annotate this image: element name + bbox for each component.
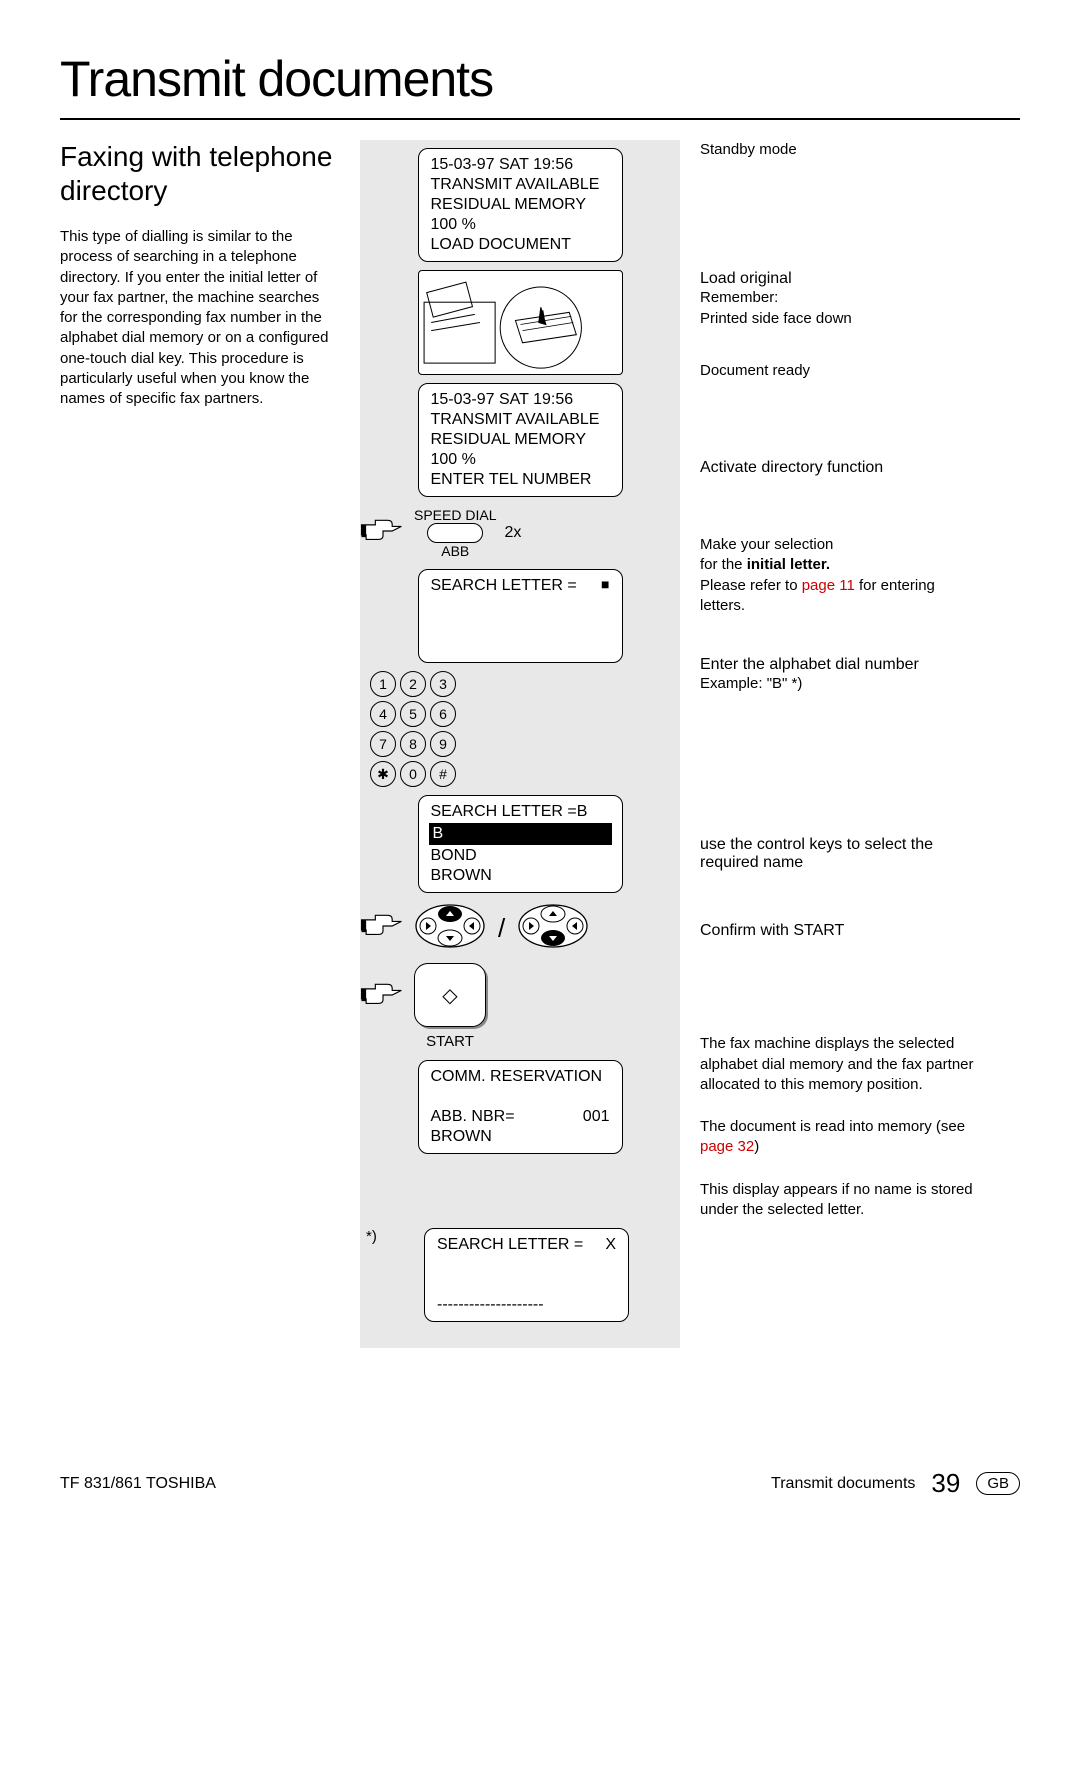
footnote-row: *) SEARCH LETTER = X -------------------… bbox=[370, 1228, 670, 1322]
confirm-heading: Confirm with START bbox=[700, 922, 980, 940]
start-button[interactable]: ◇ bbox=[414, 963, 486, 1027]
lcd-line: RESIDUAL MEMORY 100 % bbox=[431, 430, 610, 470]
start-row: ◇ START bbox=[360, 963, 670, 1050]
start-label: START bbox=[426, 1033, 474, 1050]
lcd-line: 001 bbox=[583, 1107, 610, 1127]
slash-separator: / bbox=[498, 913, 505, 944]
result-text-1: The fax machine displays the selected al… bbox=[700, 1034, 980, 1095]
speed-dial-top-label: SPEED DIAL bbox=[414, 507, 496, 523]
doc-ready-label: Document ready bbox=[700, 361, 980, 381]
intro-paragraph: This type of dialling is similar to the … bbox=[60, 227, 340, 409]
lcd-line: SEARCH LETTER =B bbox=[431, 802, 610, 822]
key-7[interactable]: 7 bbox=[370, 731, 396, 757]
footer-model: TF 831/861 TOSHIBA bbox=[60, 1475, 216, 1493]
lcd-line: BROWN bbox=[431, 866, 610, 886]
key-2[interactable]: 2 bbox=[400, 671, 426, 697]
section-title: Faxing with telephone directory bbox=[60, 140, 340, 207]
example-label: Example: "B" *) bbox=[700, 674, 980, 694]
press-count: 2x bbox=[504, 524, 521, 542]
middle-column: 15-03-97 SAT 19:56 TRANSMIT AVAILABLE RE… bbox=[360, 140, 680, 1348]
diamond-start-icon: ◇ bbox=[442, 983, 457, 1008]
lcd-line: -------------------- bbox=[437, 1295, 616, 1315]
key-4[interactable]: 4 bbox=[370, 701, 396, 727]
key-6[interactable]: 6 bbox=[430, 701, 456, 727]
pointing-hand-icon bbox=[360, 515, 406, 551]
lcd-line: RESIDUAL MEMORY 100 % bbox=[431, 195, 610, 235]
lcd-line: BOND bbox=[431, 846, 610, 866]
standby-label: Standby mode bbox=[700, 140, 980, 160]
page-footer: TF 831/861 TOSHIBA Transmit documents 39… bbox=[60, 1468, 1020, 1499]
no-name-text: This display appears if no name is store… bbox=[700, 1180, 980, 1221]
lcd-line: TRANSMIT AVAILABLE bbox=[431, 410, 610, 430]
pointing-hand-icon bbox=[360, 910, 406, 946]
key-hash[interactable]: # bbox=[430, 761, 456, 787]
key-9[interactable]: 9 bbox=[430, 731, 456, 757]
key-8[interactable]: 8 bbox=[400, 731, 426, 757]
load-original-heading: Load original bbox=[700, 270, 980, 288]
lcd-line: SEARCH LETTER = bbox=[431, 576, 577, 596]
page-title: Transmit documents bbox=[60, 50, 1020, 108]
lcd-line: BROWN bbox=[431, 1127, 610, 1147]
enter-dial-heading: Enter the alphabet dial number bbox=[700, 656, 980, 674]
numeric-keypad[interactable]: 1 2 3 4 5 6 7 8 9 ✱ 0 # bbox=[370, 671, 670, 787]
selection-text: Make your selection for the initial lett… bbox=[700, 535, 980, 616]
left-column: Faxing with telephone directory This typ… bbox=[60, 140, 360, 1348]
lcd-enter-tel: 15-03-97 SAT 19:56 TRANSMIT AVAILABLE RE… bbox=[418, 383, 623, 497]
key-3[interactable]: 3 bbox=[430, 671, 456, 697]
speed-dial-button[interactable]: SPEED DIAL ABB bbox=[414, 507, 496, 559]
main-layout: Faxing with telephone directory This typ… bbox=[60, 140, 1020, 1348]
nav-down-icon[interactable] bbox=[517, 903, 589, 953]
language-badge: GB bbox=[976, 1472, 1020, 1495]
lcd-standby: 15-03-97 SAT 19:56 TRANSMIT AVAILABLE RE… bbox=[418, 148, 623, 262]
lcd-line: 15-03-97 SAT 19:56 bbox=[431, 155, 610, 175]
right-column: Standby mode Load original Remember: Pri… bbox=[680, 140, 980, 1348]
lcd-reservation: COMM. RESERVATION ABB. NBR= 001 BROWN bbox=[418, 1060, 623, 1154]
page-ref-link[interactable]: page 32 bbox=[700, 1138, 754, 1155]
lcd-line: 15-03-97 SAT 19:56 bbox=[431, 390, 610, 410]
lcd-highlight: B bbox=[429, 823, 612, 845]
control-keys-heading: use the control keys to select the requi… bbox=[700, 836, 980, 872]
load-document-illustration bbox=[418, 270, 623, 375]
nav-up-icon[interactable] bbox=[414, 903, 486, 953]
key-1[interactable]: 1 bbox=[370, 671, 396, 697]
lcd-line: X bbox=[605, 1235, 616, 1255]
oval-button-icon bbox=[427, 523, 483, 543]
lcd-line: COMM. RESERVATION bbox=[431, 1067, 610, 1087]
cursor-icon: ■ bbox=[601, 576, 609, 596]
nav-row: / bbox=[360, 903, 670, 953]
lcd-line: LOAD DOCUMENT bbox=[431, 235, 610, 255]
speed-dial-row: SPEED DIAL ABB 2x bbox=[360, 507, 670, 559]
lcd-line: TRANSMIT AVAILABLE bbox=[431, 175, 610, 195]
lcd-no-name: SEARCH LETTER = X -------------------- bbox=[424, 1228, 629, 1322]
key-5[interactable]: 5 bbox=[400, 701, 426, 727]
lcd-search-b: SEARCH LETTER =B B BOND BROWN bbox=[418, 795, 623, 893]
footnote-mark: *) bbox=[366, 1228, 416, 1245]
result-text-2: The document is read into memory (see pa… bbox=[700, 1117, 980, 1158]
key-0[interactable]: 0 bbox=[400, 761, 426, 787]
title-rule bbox=[60, 118, 1020, 120]
lcd-line: SEARCH LETTER = bbox=[437, 1235, 583, 1255]
face-down-label: Printed side face down bbox=[700, 309, 980, 329]
lcd-search-blank: SEARCH LETTER = ■ bbox=[418, 569, 623, 663]
key-star[interactable]: ✱ bbox=[370, 761, 396, 787]
pointing-hand-icon bbox=[360, 979, 406, 1015]
activate-heading: Activate directory function bbox=[700, 459, 980, 477]
lcd-line: ABB. NBR= bbox=[431, 1107, 515, 1127]
speed-dial-bottom-label: ABB bbox=[441, 543, 469, 559]
footer-section: Transmit documents bbox=[771, 1475, 915, 1493]
remember-label: Remember: bbox=[700, 288, 980, 308]
page-ref-link[interactable]: page 11 bbox=[802, 577, 855, 594]
lcd-line: ENTER TEL NUMBER bbox=[431, 470, 610, 490]
page-number: 39 bbox=[931, 1468, 960, 1499]
